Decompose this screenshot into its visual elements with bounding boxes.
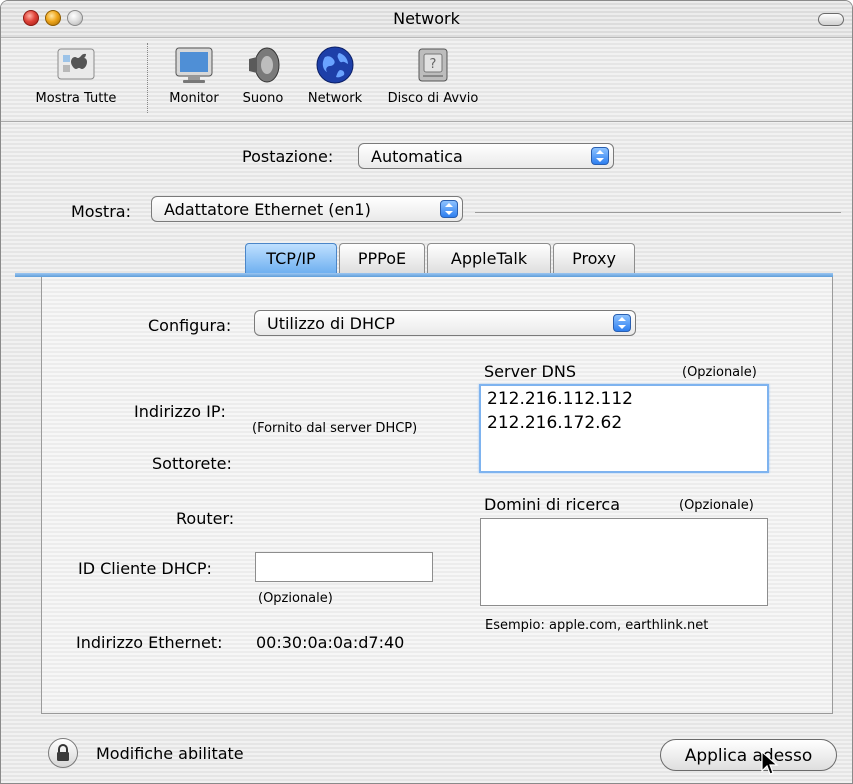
popup-arrows-icon <box>613 314 631 332</box>
svg-text:?: ? <box>430 57 437 72</box>
speaker-icon <box>243 45 283 85</box>
dns-server-entry: 212.216.172.62 <box>487 413 623 433</box>
network-preferences-window: Network Mostra Tutte Monitor Suono Netwo… <box>0 0 853 784</box>
show-label: Mostra: <box>71 202 131 221</box>
dns-servers-field[interactable]: 212.216.112.112 212.216.172.62 <box>479 384 769 473</box>
toolbar-item-label: Disco di Avvio <box>387 91 479 106</box>
lock-icon <box>57 744 69 761</box>
show-divider <box>475 212 841 213</box>
popup-arrows-icon <box>591 147 609 165</box>
search-domains-example: Esempio: apple.com, earthlink.net <box>485 618 709 633</box>
tab-proxy[interactable]: Proxy <box>553 243 635 273</box>
toolbar-item-label: Suono <box>242 91 284 106</box>
globe-icon <box>315 45 355 85</box>
tab-tcpip[interactable]: TCP/IP <box>245 243 337 273</box>
lock-button[interactable] <box>48 738 78 768</box>
location-popup[interactable]: Automatica <box>358 143 614 169</box>
router-label: Router: <box>176 509 235 528</box>
dhcp-client-id-label: ID Cliente DHCP: <box>78 559 212 578</box>
popup-arrows-icon <box>440 200 458 218</box>
title-bar[interactable]: Network <box>1 1 852 38</box>
search-domains-optional-note: (Opzionale) <box>679 498 754 513</box>
hard-disk-icon: ? <box>413 45 453 85</box>
lock-status-text: Modifiche abilitate <box>96 744 244 763</box>
dhcp-client-id-field[interactable] <box>255 552 433 582</box>
ethernet-address-value: 00:30:0a:0a:d7:40 <box>256 633 405 652</box>
toolbar-item-label: Monitor <box>169 91 219 106</box>
configure-popup[interactable]: Utilizzo di DHCP <box>254 310 636 336</box>
window-title: Network <box>393 9 460 28</box>
toolbar-item-network[interactable]: Network <box>299 45 371 106</box>
ip-address-note: (Fornito dal server DHCP) <box>252 421 418 436</box>
monitor-icon <box>174 45 214 85</box>
tab-appletalk[interactable]: AppleTalk <box>427 243 551 273</box>
subnet-label: Sottorete: <box>152 454 232 473</box>
show-value: Adattatore Ethernet (en1) <box>164 200 371 219</box>
dns-server-label: Server DNS <box>484 362 576 381</box>
toolbar-item-show-all[interactable]: Mostra Tutte <box>23 45 129 106</box>
dns-optional-note: (Opzionale) <box>682 365 757 380</box>
toolbar-item-label: Mostra Tutte <box>35 91 117 106</box>
search-domains-label: Domini di ricerca <box>484 495 620 514</box>
toolbar-item-label: Network <box>307 91 363 106</box>
dhcp-client-id-note: (Opzionale) <box>258 591 333 606</box>
tab-pppoe[interactable]: PPPoE <box>339 243 425 273</box>
location-label: Postazione: <box>242 147 334 166</box>
search-domains-field[interactable] <box>480 518 768 606</box>
ethernet-address-label: Indirizzo Ethernet: <box>76 633 223 652</box>
toolbar-separator <box>147 43 148 113</box>
location-value: Automatica <box>371 147 463 166</box>
ip-address-label: Indirizzo IP: <box>134 402 226 421</box>
dns-server-entry: 212.216.112.112 <box>487 389 634 409</box>
configure-value: Utilizzo di DHCP <box>267 314 395 333</box>
toolbar-toggle-button[interactable] <box>818 13 844 26</box>
toolbar-item-sound[interactable]: Suono <box>233 45 293 106</box>
show-all-icon <box>56 45 96 85</box>
mouse-cursor-icon <box>761 751 779 775</box>
configure-label: Configura: <box>148 316 232 335</box>
apply-now-button[interactable]: Applica adesso <box>660 739 837 771</box>
toolbar: Mostra Tutte Monitor Suono Network ? Dis… <box>1 37 852 122</box>
toolbar-item-monitor[interactable]: Monitor <box>159 45 229 106</box>
toolbar-item-startup-disk[interactable]: ? Disco di Avvio <box>371 45 495 106</box>
show-popup[interactable]: Adattatore Ethernet (en1) <box>151 196 463 222</box>
